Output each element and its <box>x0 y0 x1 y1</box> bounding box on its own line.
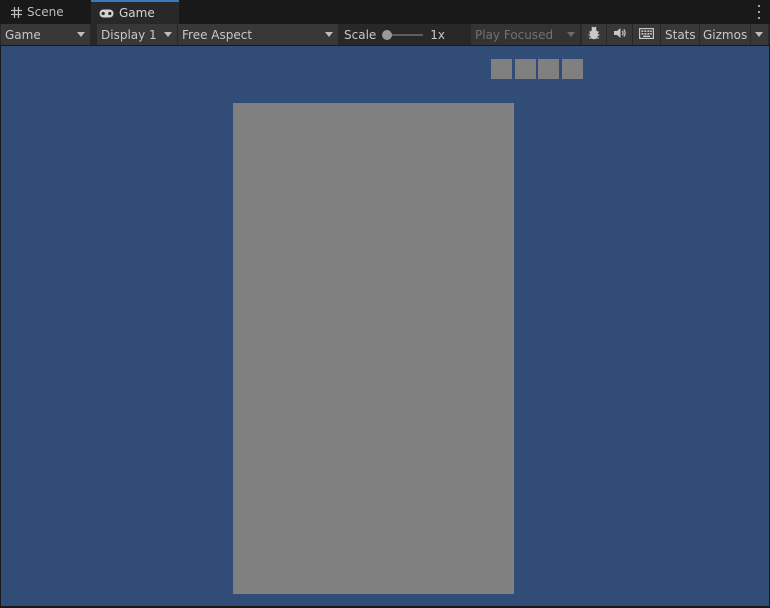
speaker-icon <box>613 27 627 42</box>
grey-square <box>562 59 583 79</box>
gizmos-divider <box>750 24 751 45</box>
chevron-down-icon <box>325 32 333 37</box>
tab-game-label: Game <box>119 6 155 20</box>
scale-control: Scale 1x <box>340 24 470 45</box>
grey-square <box>491 59 512 79</box>
chevron-down-icon <box>567 32 575 37</box>
game-viewport[interactable] <box>1 46 769 606</box>
scale-slider-knob[interactable] <box>382 29 393 40</box>
keyboard-icon <box>639 27 655 42</box>
game-toolbar: Game Display 1 Free Aspect Scale 1x Play… <box>0 24 770 46</box>
view-select-value: Game <box>5 27 41 42</box>
aspect-select[interactable]: Free Aspect <box>178 24 338 45</box>
grey-panel <box>233 103 514 594</box>
more-options-icon[interactable] <box>756 5 762 19</box>
gizmos-button[interactable]: Gizmos <box>700 24 768 45</box>
gamepad-icon <box>99 9 114 18</box>
debug-button[interactable] <box>582 24 606 45</box>
chevron-down-icon[interactable] <box>755 32 763 37</box>
bug-icon <box>587 26 601 43</box>
chevron-down-icon <box>164 32 172 37</box>
keyboard-shortcuts-button[interactable] <box>633 24 660 45</box>
view-select[interactable]: Game <box>1 24 90 45</box>
mute-audio-button[interactable] <box>607 24 632 45</box>
aspect-select-value: Free Aspect <box>182 27 253 42</box>
tab-scene-label: Scene <box>27 5 64 19</box>
scale-label: Scale <box>344 27 377 42</box>
square-row <box>491 59 585 79</box>
play-mode-select[interactable]: Play Focused <box>471 24 580 45</box>
grey-square <box>538 59 559 79</box>
tab-scene[interactable]: Scene <box>3 0 89 24</box>
stats-label: Stats <box>665 27 696 42</box>
chevron-down-icon <box>77 32 85 37</box>
scale-slider[interactable] <box>382 29 424 40</box>
tab-game[interactable]: Game <box>91 0 179 24</box>
game-window: Scene Game Game Display 1 Free Aspect Sc… <box>0 0 770 608</box>
stats-button[interactable]: Stats <box>661 24 699 45</box>
grid-icon <box>11 6 22 18</box>
display-select-value: Display 1 <box>101 27 157 42</box>
scale-value: 1x <box>430 27 446 42</box>
grey-square <box>515 59 536 79</box>
gizmos-label: Gizmos <box>703 27 748 42</box>
display-select[interactable]: Display 1 <box>97 24 177 45</box>
play-mode-value: Play Focused <box>475 27 554 42</box>
tab-bar: Scene Game <box>0 0 770 24</box>
